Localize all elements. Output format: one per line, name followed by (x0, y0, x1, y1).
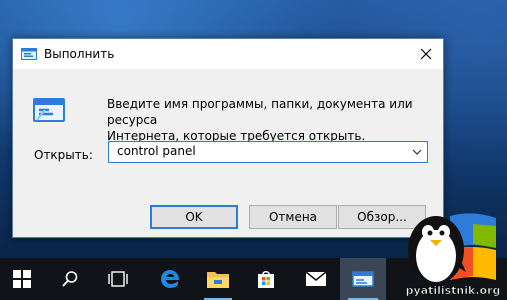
run-app-icon (21, 48, 37, 60)
task-view-button[interactable] (96, 258, 140, 300)
open-combobox[interactable]: control panel (108, 141, 428, 163)
dialog-description: Введите имя программы, папки, документа … (107, 96, 437, 144)
mail-button[interactable] (294, 258, 338, 300)
ok-button[interactable]: OK (150, 205, 238, 229)
run-dialog: Выполнить Введите имя программы, папки, … (12, 38, 444, 238)
run-icon (33, 98, 65, 122)
title-bar[interactable]: Выполнить (13, 39, 443, 69)
open-input[interactable]: control panel (117, 144, 196, 158)
store-button[interactable] (244, 258, 288, 300)
task-view-icon (108, 271, 128, 287)
edge-icon (161, 270, 179, 288)
store-icon (258, 271, 274, 288)
chevron-down-icon[interactable] (412, 148, 422, 156)
run-icon (352, 271, 374, 287)
run-taskbar-button[interactable] (340, 258, 386, 300)
search-icon (62, 271, 78, 287)
windows-start-icon (13, 270, 31, 288)
pyatilistnik-logo: pyatilistnik.org (405, 213, 501, 297)
cancel-button[interactable]: Отмена (249, 205, 337, 229)
close-button[interactable] (409, 39, 443, 69)
file-explorer-icon (207, 272, 229, 288)
open-label: Открыть: (34, 148, 93, 162)
window-title: Выполнить (44, 47, 115, 61)
close-icon (420, 48, 432, 60)
file-explorer-button[interactable] (196, 258, 240, 300)
search-button[interactable] (48, 258, 92, 300)
watermark-text: pyatilistnik.org (406, 284, 501, 297)
mail-icon (305, 271, 327, 286)
start-button[interactable] (0, 258, 44, 300)
description-line-1: Введите имя программы, папки, документа … (107, 97, 413, 127)
edge-button[interactable] (148, 258, 192, 300)
